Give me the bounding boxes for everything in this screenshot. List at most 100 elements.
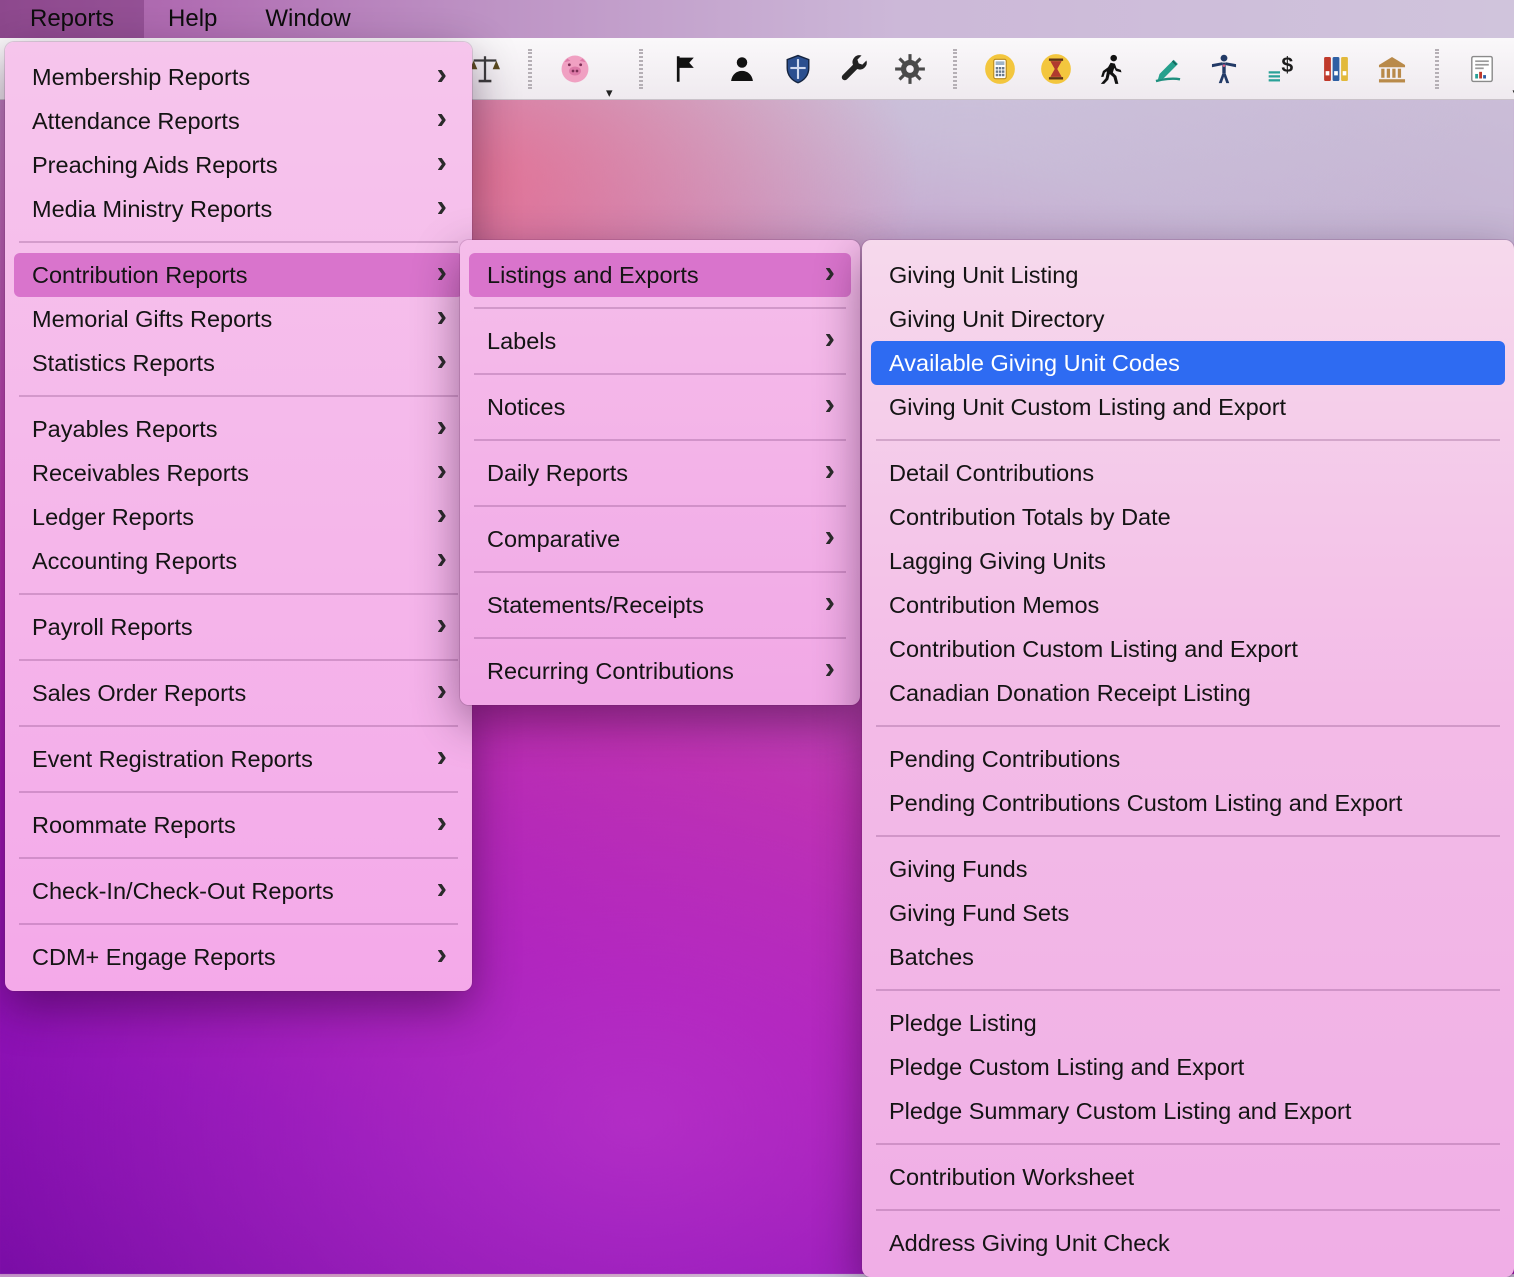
menu-item-pending-contributions[interactable]: Pending Contributions — [871, 737, 1505, 781]
menu-item-membership-reports[interactable]: Membership Reports — [14, 55, 463, 99]
menu-item-address-giving-unit-check[interactable]: Address Giving Unit Check — [871, 1221, 1505, 1265]
menu-item-preaching-aids-reports[interactable]: Preaching Aids Reports — [14, 143, 463, 187]
binders-icon[interactable] — [1319, 52, 1353, 86]
wrench-icon[interactable] — [837, 52, 871, 86]
menu-item-available-giving-unit-codes[interactable]: Available Giving Unit Codes — [871, 341, 1505, 385]
chevron-right-icon — [429, 259, 447, 291]
menu-item-label: Contribution Worksheet — [889, 1163, 1135, 1190]
menu-item-batches[interactable]: Batches — [871, 935, 1505, 979]
menu-separator — [19, 241, 458, 243]
menu-item-attendance-reports[interactable]: Attendance Reports — [14, 99, 463, 143]
menu-item-giving-funds[interactable]: Giving Funds — [871, 847, 1505, 891]
menu-item-comparative[interactable]: Comparative — [469, 517, 851, 561]
menu-item-memorial-gifts-reports[interactable]: Memorial Gifts Reports — [14, 297, 463, 341]
chevron-right-icon — [817, 523, 835, 555]
chevron-right-icon — [429, 875, 447, 907]
signature-pen-icon[interactable] — [1151, 52, 1185, 86]
menu-item-pledge-listing[interactable]: Pledge Listing — [871, 1001, 1505, 1045]
listings-and-exports-submenu: Giving Unit Listing Giving Unit Director… — [862, 240, 1514, 1277]
menu-item-statements-receipts[interactable]: Statements/Receipts — [469, 583, 851, 627]
menu-item-label: Payables Reports — [32, 415, 218, 442]
menu-separator — [474, 637, 846, 639]
gear-icon[interactable] — [893, 52, 927, 86]
scales-icon[interactable] — [468, 52, 502, 86]
walking-person-icon[interactable] — [1095, 52, 1129, 86]
menu-item-detail-contributions[interactable]: Detail Contributions — [871, 451, 1505, 495]
menu-item-giving-unit-listing[interactable]: Giving Unit Listing — [871, 253, 1505, 297]
menu-item-label: Contribution Memos — [889, 591, 1100, 618]
menu-item-labels[interactable]: Labels — [469, 319, 851, 363]
menu-item-label: Pending Contributions — [889, 745, 1121, 772]
chevron-right-icon — [429, 743, 447, 775]
menu-item-label: Contribution Totals by Date — [889, 503, 1171, 530]
menu-item-daily-reports[interactable]: Daily Reports — [469, 451, 851, 495]
menu-item-pledge-custom-listing-export[interactable]: Pledge Custom Listing and Export — [871, 1045, 1505, 1089]
menu-item-label: Giving Unit Directory — [889, 305, 1105, 332]
menu-item-event-registration-reports[interactable]: Event Registration Reports — [14, 737, 463, 781]
menu-item-statistics-reports[interactable]: Statistics Reports — [14, 341, 463, 385]
menu-item-contribution-reports[interactable]: Contribution Reports — [14, 253, 463, 297]
menu-item-media-ministry-reports[interactable]: Media Ministry Reports — [14, 187, 463, 231]
menu-item-label: CDM+ Engage Reports — [32, 943, 276, 970]
menu-item-contribution-worksheet[interactable]: Contribution Worksheet — [871, 1155, 1505, 1199]
menu-item-giving-unit-custom-listing-export[interactable]: Giving Unit Custom Listing and Export — [871, 385, 1505, 429]
menu-item-pledge-summary-custom-listing-export[interactable]: Pledge Summary Custom Listing and Export — [871, 1089, 1505, 1133]
menu-item-lagging-giving-units[interactable]: Lagging Giving Units — [871, 539, 1505, 583]
menu-item-label: Giving Unit Listing — [889, 261, 1079, 288]
chevron-right-icon — [429, 193, 447, 225]
menu-item-recurring-contributions[interactable]: Recurring Contributions — [469, 649, 851, 693]
toolbar-separator — [638, 48, 643, 89]
shield-icon[interactable] — [781, 52, 815, 86]
menubar-item-window[interactable]: Window — [241, 0, 374, 38]
menu-item-contribution-custom-listing-export[interactable]: Contribution Custom Listing and Export — [871, 627, 1505, 671]
menu-separator — [876, 835, 1500, 837]
menu-separator — [474, 373, 846, 375]
flag-icon[interactable] — [669, 52, 703, 86]
menu-item-ledger-reports[interactable]: Ledger Reports — [14, 495, 463, 539]
menu-item-label: Pending Contributions Custom Listing and… — [889, 789, 1403, 816]
menu-item-payroll-reports[interactable]: Payroll Reports — [14, 605, 463, 649]
menu-separator — [876, 989, 1500, 991]
chevron-right-icon — [429, 457, 447, 489]
menu-item-roommate-reports[interactable]: Roommate Reports — [14, 803, 463, 847]
menu-item-giving-fund-sets[interactable]: Giving Fund Sets — [871, 891, 1505, 935]
menu-item-label: Pledge Custom Listing and Export — [889, 1053, 1245, 1080]
menu-item-canadian-donation-receipt-listing[interactable]: Canadian Donation Receipt Listing — [871, 671, 1505, 715]
menu-item-label: Lagging Giving Units — [889, 547, 1106, 574]
menu-separator — [19, 857, 458, 859]
report-document-icon[interactable] — [1465, 52, 1499, 86]
menu-item-contribution-memos[interactable]: Contribution Memos — [871, 583, 1505, 627]
chevron-right-icon — [429, 149, 447, 181]
calculator-icon[interactable] — [983, 52, 1017, 86]
svg-text:$: $ — [1281, 52, 1293, 76]
menu-item-notices[interactable]: Notices — [469, 385, 851, 429]
menu-item-contribution-totals-by-date[interactable]: Contribution Totals by Date — [871, 495, 1505, 539]
menu-item-sales-order-reports[interactable]: Sales Order Reports — [14, 671, 463, 715]
contribution-reports-submenu: Listings and Exports Labels Notices Dail… — [460, 240, 860, 705]
hourglass-icon[interactable] — [1039, 52, 1073, 86]
menu-item-payables-reports[interactable]: Payables Reports — [14, 407, 463, 451]
menu-item-listings-and-exports[interactable]: Listings and Exports — [469, 253, 851, 297]
presenting-person-icon[interactable] — [1207, 52, 1241, 86]
menu-item-pending-contributions-custom-listing-export[interactable]: Pending Contributions Custom Listing and… — [871, 781, 1505, 825]
menu-item-accounting-reports[interactable]: Accounting Reports — [14, 539, 463, 583]
menu-item-label: Pledge Summary Custom Listing and Export — [889, 1097, 1352, 1124]
bank-icon[interactable] — [1375, 52, 1409, 86]
piggy-bank-icon[interactable] — [558, 52, 592, 86]
menu-item-label: Contribution Reports — [32, 261, 248, 288]
reports-menu: Membership Reports Attendance Reports Pr… — [5, 42, 472, 991]
menu-item-receivables-reports[interactable]: Receivables Reports — [14, 451, 463, 495]
menubar-item-reports[interactable]: Reports — [0, 0, 145, 38]
toolbar-separator — [952, 48, 957, 89]
menubar-item-help[interactable]: Help — [144, 0, 241, 38]
menu-item-label: Batches — [889, 943, 974, 970]
chevron-right-icon — [429, 941, 447, 973]
chevron-right-icon — [429, 545, 447, 577]
dollar-sign-icon[interactable]: $ — [1263, 52, 1297, 86]
menu-item-check-in-check-out-reports[interactable]: Check-In/Check-Out Reports — [14, 869, 463, 913]
chevron-right-icon — [429, 61, 447, 93]
person-icon[interactable] — [725, 52, 759, 86]
menu-separator — [19, 791, 458, 793]
menu-item-giving-unit-directory[interactable]: Giving Unit Directory — [871, 297, 1505, 341]
menu-item-cdm-engage-reports[interactable]: CDM+ Engage Reports — [14, 935, 463, 979]
